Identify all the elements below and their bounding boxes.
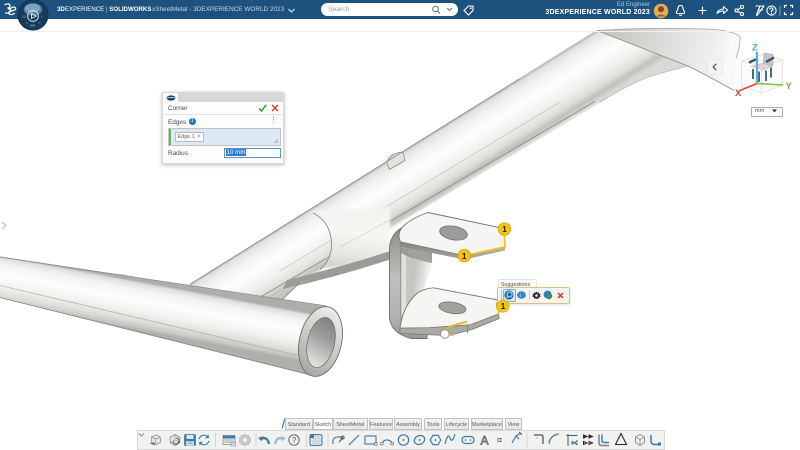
svg-text:X: X (735, 88, 742, 98)
svg-text:1: 1 (502, 224, 507, 234)
svg-text:Z: Z (752, 43, 758, 54)
svg-text:3D: 3D (22, 15, 27, 19)
svg-text:?: ? (292, 436, 297, 445)
svg-text:A: A (481, 434, 489, 448)
svg-text:ER: ER (30, 24, 36, 28)
svg-text:1: 1 (501, 301, 506, 311)
svg-text:1: 1 (462, 251, 467, 261)
svg-text:i: i (520, 293, 521, 299)
svg-text:Y: Y (786, 81, 793, 92)
